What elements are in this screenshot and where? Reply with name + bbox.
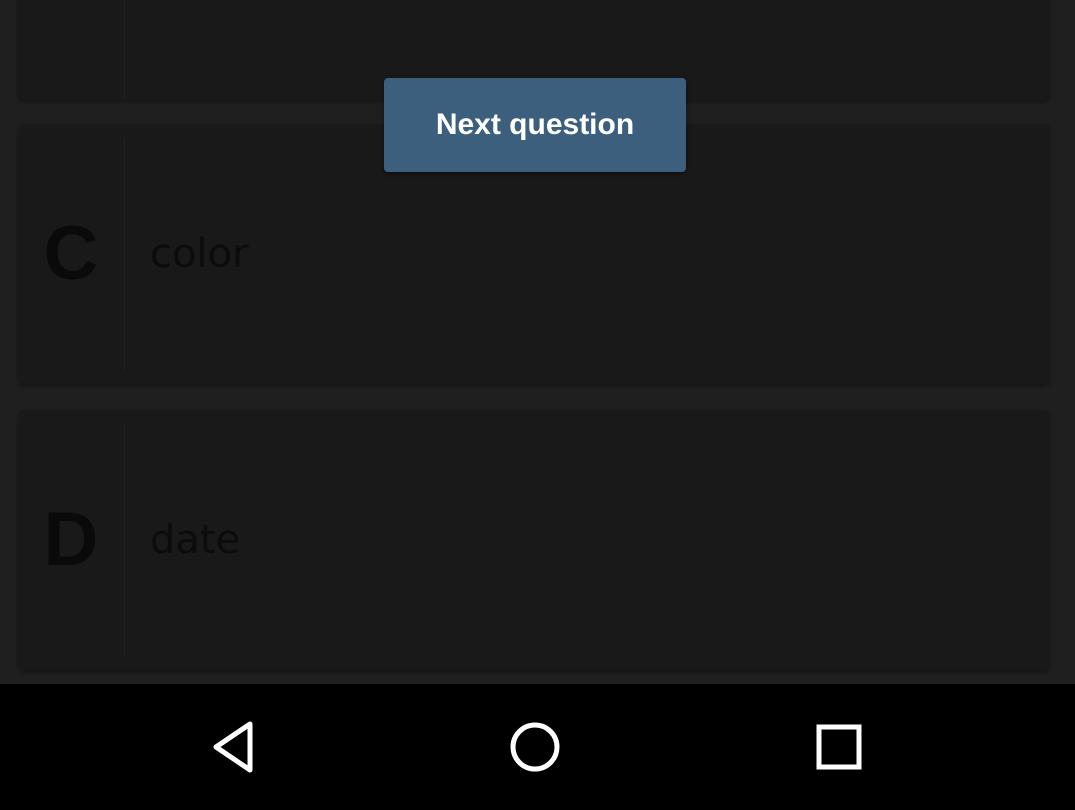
answer-text-d: date [150,517,241,563]
nav-back-button[interactable] [191,705,275,789]
system-navigation-bar [0,684,1075,810]
answer-list: C color D date Next question [0,0,1075,684]
answer-letter-column [18,0,125,100]
answer-text-c: color [150,231,249,277]
answer-letter-d: D [43,497,99,582]
answer-letter-c: C [43,211,99,296]
back-icon [213,721,253,773]
answer-card-d[interactable]: D date [18,410,1050,670]
recents-icon [816,724,862,770]
nav-recents-button[interactable] [797,705,881,789]
next-question-button[interactable]: Next question [384,78,686,172]
quiz-screen: C color D date Next question [0,0,1075,810]
nav-home-button[interactable] [493,705,577,789]
home-icon [510,722,560,772]
answer-letter-column: D [18,424,125,656]
answer-letter-column: C [18,138,125,370]
